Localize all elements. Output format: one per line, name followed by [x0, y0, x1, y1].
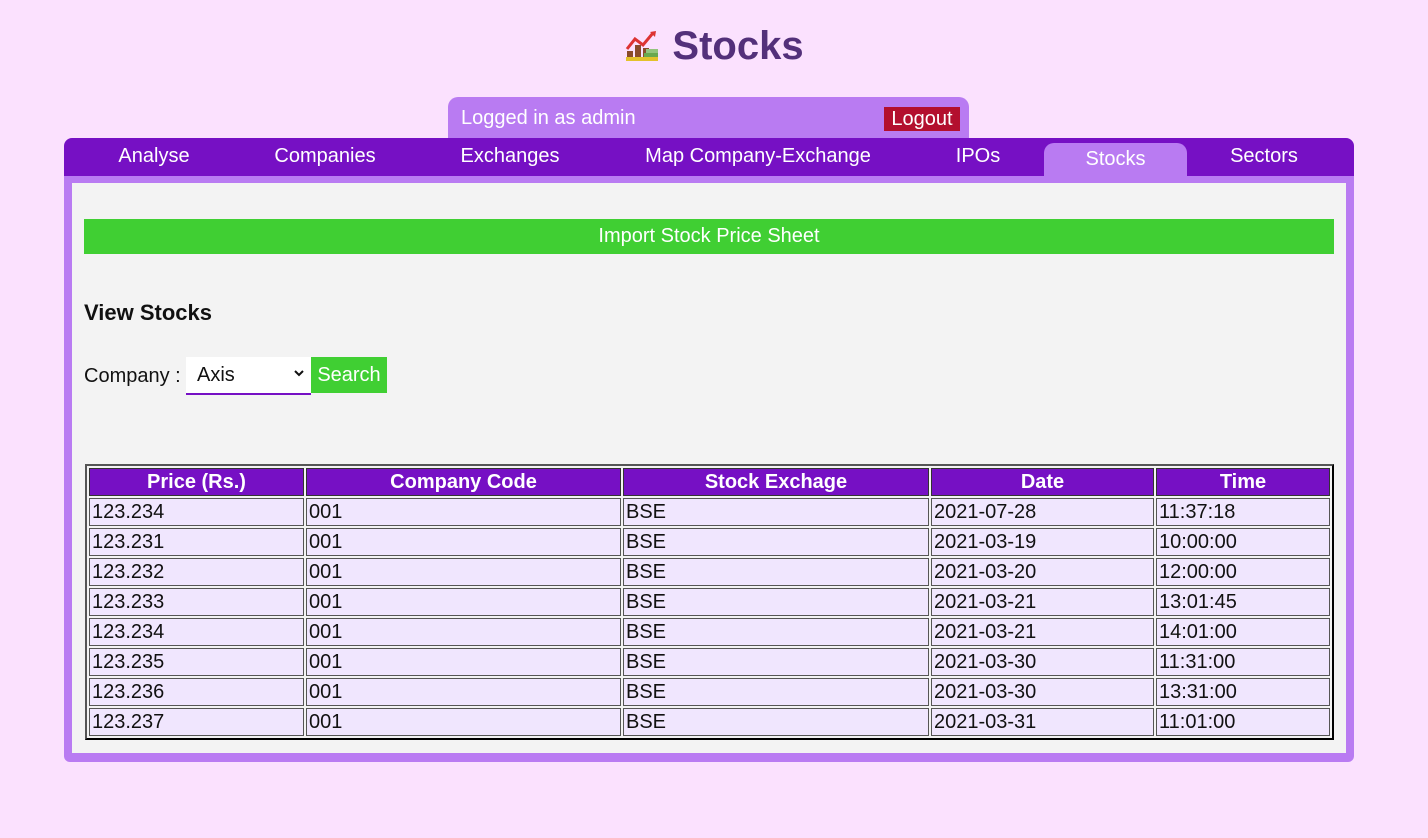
cell-company-code: 001 [306, 558, 621, 586]
header-time: Time [1156, 468, 1330, 496]
main-nav: Analyse Companies Exchanges Map Company-… [64, 138, 1354, 178]
table-row: 123.233 001 BSE 2021-03-21 13:01:45 [89, 588, 1330, 616]
cell-price: 123.234 [89, 618, 304, 646]
cell-price: 123.235 [89, 648, 304, 676]
nav-item-sectors[interactable]: Sectors [1214, 138, 1314, 176]
table-row: 123.236 001 BSE 2021-03-30 13:31:00 [89, 678, 1330, 706]
nav-item-exchanges[interactable]: Exchanges [450, 138, 570, 176]
cell-exchange: BSE [623, 678, 929, 706]
cell-price: 123.236 [89, 678, 304, 706]
chart-money-icon [624, 29, 660, 65]
cell-company-code: 001 [306, 618, 621, 646]
page-title: Stocks [672, 24, 804, 68]
header-company-code: Company Code [306, 468, 621, 496]
cell-time: 13:31:00 [1156, 678, 1330, 706]
nav-item-stocks[interactable]: Stocks [1044, 143, 1187, 178]
cell-exchange: BSE [623, 588, 929, 616]
cell-price: 123.237 [89, 708, 304, 736]
nav-item-companies[interactable]: Companies [260, 138, 390, 176]
stocks-table: Price (Rs.) Company Code Stock Exchage D… [85, 464, 1334, 740]
cell-exchange: BSE [623, 558, 929, 586]
cell-time: 13:01:45 [1156, 588, 1330, 616]
company-selected-value: Axis [197, 364, 235, 386]
import-stock-price-sheet-button[interactable]: Import Stock Price Sheet [84, 219, 1334, 254]
cell-exchange: BSE [623, 708, 929, 736]
cell-date: 2021-03-30 [931, 678, 1154, 706]
cell-company-code: 001 [306, 528, 621, 556]
stocks-table-wrap: Price (Rs.) Company Code Stock Exchage D… [85, 464, 1334, 740]
cell-date: 2021-03-31 [931, 708, 1154, 736]
cell-exchange: BSE [623, 618, 929, 646]
cell-price: 123.233 [89, 588, 304, 616]
table-row: 123.235 001 BSE 2021-03-30 11:31:00 [89, 648, 1330, 676]
cell-company-code: 001 [306, 588, 621, 616]
page-header: Stocks [0, 24, 1428, 70]
cell-time: 10:00:00 [1156, 528, 1330, 556]
search-button[interactable]: Search [311, 357, 387, 393]
cell-exchange: BSE [623, 648, 929, 676]
table-row: 123.231 001 BSE 2021-03-19 10:00:00 [89, 528, 1330, 556]
cell-price: 123.231 [89, 528, 304, 556]
cell-date: 2021-03-21 [931, 618, 1154, 646]
table-row: 123.232 001 BSE 2021-03-20 12:00:00 [89, 558, 1330, 586]
cell-price: 123.232 [89, 558, 304, 586]
cell-exchange: BSE [623, 498, 929, 526]
table-row: 123.234 001 BSE 2021-03-21 14:01:00 [89, 618, 1330, 646]
cell-time: 11:31:00 [1156, 648, 1330, 676]
content-frame: Import Stock Price Sheet View Stocks Com… [64, 176, 1354, 762]
content-panel: Import Stock Price Sheet View Stocks Com… [72, 183, 1346, 753]
logout-button[interactable]: Logout [884, 107, 960, 131]
company-label: Company : [84, 365, 181, 387]
cell-exchange: BSE [623, 528, 929, 556]
header-stock-exchange: Stock Exchage [623, 468, 929, 496]
header-price: Price (Rs.) [89, 468, 304, 496]
nav-item-ipos[interactable]: IPOs [942, 138, 1014, 176]
cell-date: 2021-03-20 [931, 558, 1154, 586]
table-row: 123.237 001 BSE 2021-03-31 11:01:00 [89, 708, 1330, 736]
table-row: 123.234 001 BSE 2021-07-28 11:37:18 [89, 498, 1330, 526]
logged-in-text: Logged in as admin [461, 107, 636, 129]
cell-date: 2021-03-30 [931, 648, 1154, 676]
cell-date: 2021-03-19 [931, 528, 1154, 556]
cell-company-code: 001 [306, 648, 621, 676]
cell-date: 2021-07-28 [931, 498, 1154, 526]
cell-time: 11:37:18 [1156, 498, 1330, 526]
company-select[interactable]: Axis [186, 357, 311, 395]
page-title-block: Stocks [624, 24, 804, 69]
cell-price: 123.234 [89, 498, 304, 526]
cell-company-code: 001 [306, 708, 621, 736]
nav-item-map-company-exchange[interactable]: Map Company-Exchange [634, 138, 882, 176]
header-date: Date [931, 468, 1154, 496]
cell-date: 2021-03-21 [931, 588, 1154, 616]
cell-company-code: 001 [306, 678, 621, 706]
chevron-down-icon [293, 366, 305, 382]
table-header-row: Price (Rs.) Company Code Stock Exchage D… [89, 468, 1330, 496]
cell-time: 14:01:00 [1156, 618, 1330, 646]
cell-time: 11:01:00 [1156, 708, 1330, 736]
nav-item-analyse[interactable]: Analyse [104, 138, 204, 176]
cell-company-code: 001 [306, 498, 621, 526]
section-heading: View Stocks [84, 300, 212, 325]
cell-time: 12:00:00 [1156, 558, 1330, 586]
